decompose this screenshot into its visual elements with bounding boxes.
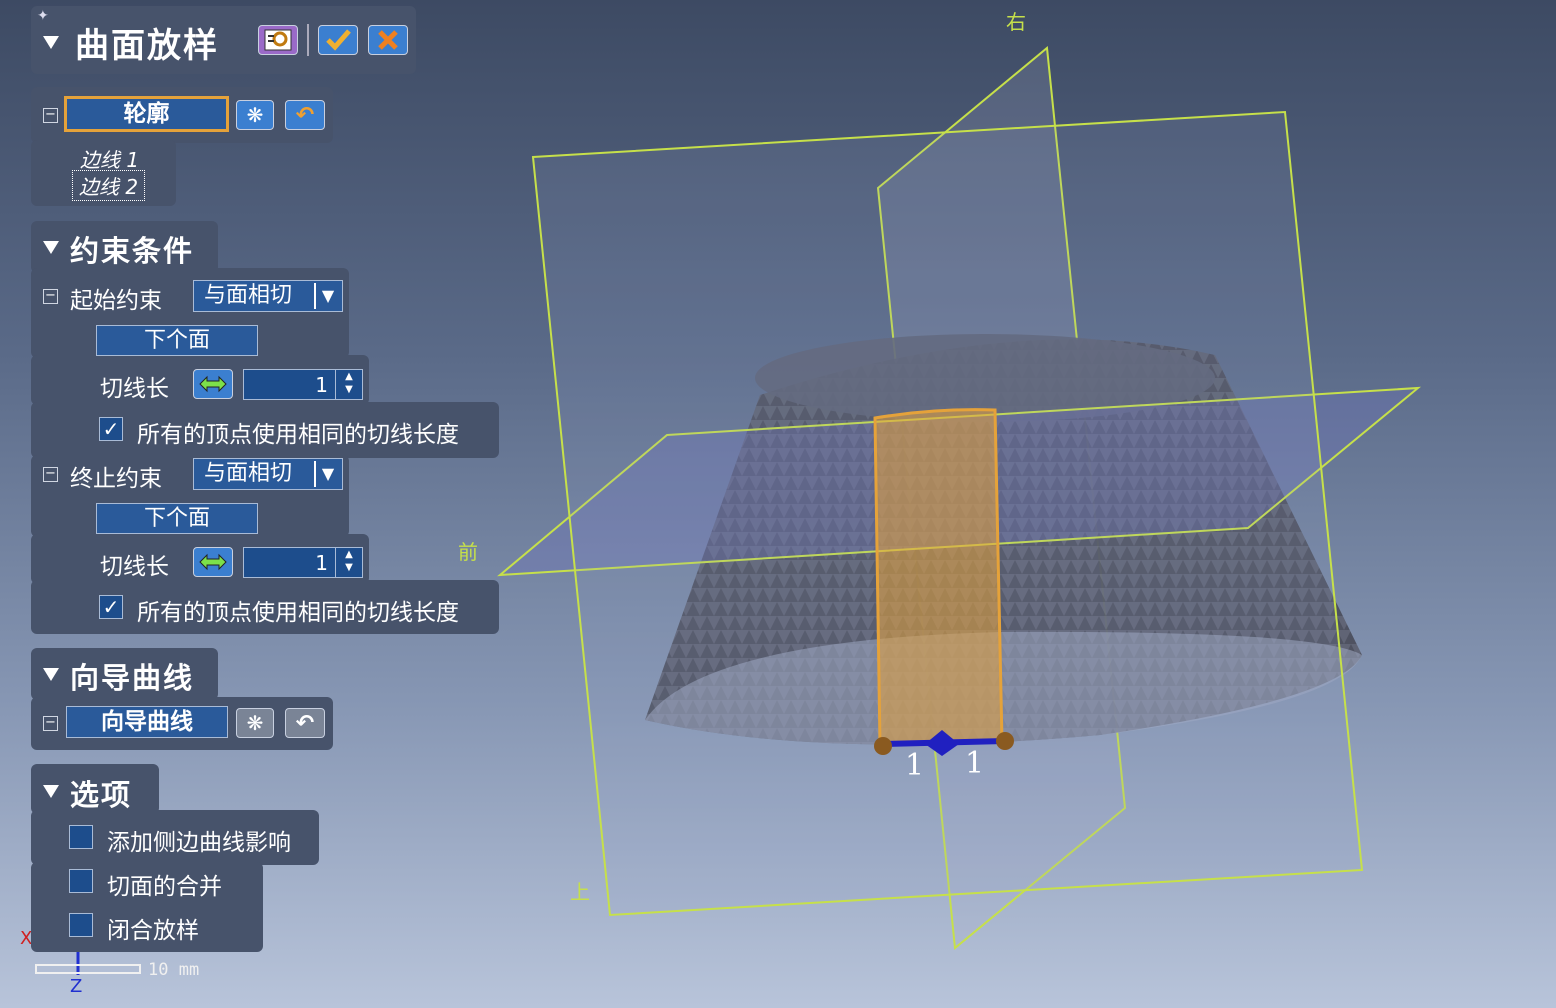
undo-icon: ↶ <box>295 710 315 736</box>
constraints-title: 约束条件 <box>70 234 195 268</box>
start-tangent-stepper[interactable]: 1 ▲ ▼ <box>243 369 363 400</box>
start-constraint-value: 与面相切 <box>204 283 293 308</box>
guide-collapse-icon[interactable] <box>43 668 59 681</box>
plane-label-top: 上 <box>570 880 590 904</box>
guide-select-button[interactable]: 向导曲线 <box>66 706 228 738</box>
profile-edge-item[interactable]: 边线 2 <box>72 170 146 201</box>
header-panel: ✦ 曲面放样 <box>31 6 416 74</box>
stepper-arrows-icon[interactable]: ▲ ▼ <box>335 548 362 577</box>
handle-point-end[interactable] <box>996 732 1014 750</box>
guide-collapse-toggle[interactable]: − <box>43 716 58 731</box>
option-label: 切面的合并 <box>107 874 222 900</box>
profile-collapse-toggle[interactable]: − <box>43 108 58 123</box>
option-label: 添加侧边曲线影响 <box>107 830 291 856</box>
chevron-down-icon[interactable]: ▼ <box>314 283 340 309</box>
start-tangent-label: 切线长 <box>100 376 169 402</box>
option-label: 闭合放样 <box>107 918 199 944</box>
check-icon <box>326 29 351 51</box>
asterisk-icon: ❋ <box>246 103 264 127</box>
profile-select-label: 轮廓 <box>123 101 170 127</box>
double-arrow-icon <box>199 375 227 393</box>
profile-clear-button[interactable]: ❋ <box>236 100 274 130</box>
handle-point-start[interactable] <box>874 737 892 755</box>
start-same-length-checkbox[interactable]: ✓ <box>99 417 123 441</box>
option-checkbox[interactable] <box>69 825 93 849</box>
plane-label-front: 前 <box>458 540 478 564</box>
chevron-down-icon[interactable]: ▼ <box>314 461 340 487</box>
end-tangent-label: 切线长 <box>100 554 169 580</box>
page-title: 曲面放样 <box>75 26 219 66</box>
asterisk-icon: ❋ <box>246 711 264 735</box>
end-tangent-value: 1 <box>315 551 328 575</box>
end-tangent-stepper[interactable]: 1 ▲ ▼ <box>243 547 363 578</box>
preview-icon <box>264 29 292 51</box>
end-next-face-button[interactable]: 下个面 <box>96 503 258 534</box>
guide-select-label: 向导曲线 <box>101 709 193 735</box>
end-same-length-checkbox[interactable]: ✓ <box>99 595 123 619</box>
confirm-button[interactable] <box>318 25 358 55</box>
end-constraint-value: 与面相切 <box>204 461 293 486</box>
collapse-triangle-icon[interactable] <box>43 36 59 49</box>
profile-edge-item[interactable]: 边线 1 <box>80 144 139 173</box>
plane-label-right: 右 <box>1006 10 1026 34</box>
close-icon <box>378 30 398 50</box>
end-constraint-label: 终止约束 <box>70 466 162 492</box>
end-same-length-label: 所有的顶点使用相同的切线长度 <box>137 600 459 626</box>
end-next-face-label: 下个面 <box>143 506 210 531</box>
constraints-collapse-icon[interactable] <box>43 241 59 254</box>
start-tangent-value: 1 <box>315 373 328 397</box>
end-constraint-select[interactable]: 与面相切 ▼ <box>193 458 343 490</box>
profile-select-button[interactable]: 轮廓 <box>64 96 229 132</box>
marker-label-2: 1 <box>965 746 984 781</box>
guide-undo-button[interactable]: ↶ <box>285 708 325 738</box>
undo-icon: ↶ <box>295 102 315 128</box>
preview-button[interactable] <box>258 25 298 55</box>
option-checkbox[interactable] <box>69 869 93 893</box>
scale-bar <box>35 964 141 974</box>
pin-icon[interactable]: ✦ <box>37 8 49 24</box>
start-constraint-label: 起始约束 <box>70 288 162 314</box>
start-flip-direction-button[interactable] <box>193 369 233 399</box>
toolbar-divider <box>307 24 309 56</box>
start-same-length-label: 所有的顶点使用相同的切线长度 <box>137 422 459 448</box>
guide-clear-button[interactable]: ❋ <box>236 708 274 738</box>
profile-undo-button[interactable]: ↶ <box>285 100 325 130</box>
start-next-face-button[interactable]: 下个面 <box>96 325 258 356</box>
selected-face-strip[interactable] <box>873 408 1004 747</box>
cancel-button[interactable] <box>368 25 408 55</box>
start-next-face-label: 下个面 <box>143 328 210 353</box>
stepper-arrows-icon[interactable]: ▲ ▼ <box>335 370 362 399</box>
triad-z-label: Z <box>70 976 82 997</box>
start-constraint-select[interactable]: 与面相切 ▼ <box>193 280 343 312</box>
scale-label: 10 mm <box>148 960 199 980</box>
end-constraint-toggle[interactable]: − <box>43 467 58 482</box>
options-collapse-icon[interactable] <box>43 785 59 798</box>
options-title: 选项 <box>70 778 133 812</box>
option-checkbox[interactable] <box>69 913 93 937</box>
guide-title: 向导曲线 <box>70 661 195 695</box>
end-flip-direction-button[interactable] <box>193 547 233 577</box>
double-arrow-icon <box>199 553 227 571</box>
start-constraint-toggle[interactable]: − <box>43 289 58 304</box>
marker-label-1: 1 <box>905 748 924 783</box>
